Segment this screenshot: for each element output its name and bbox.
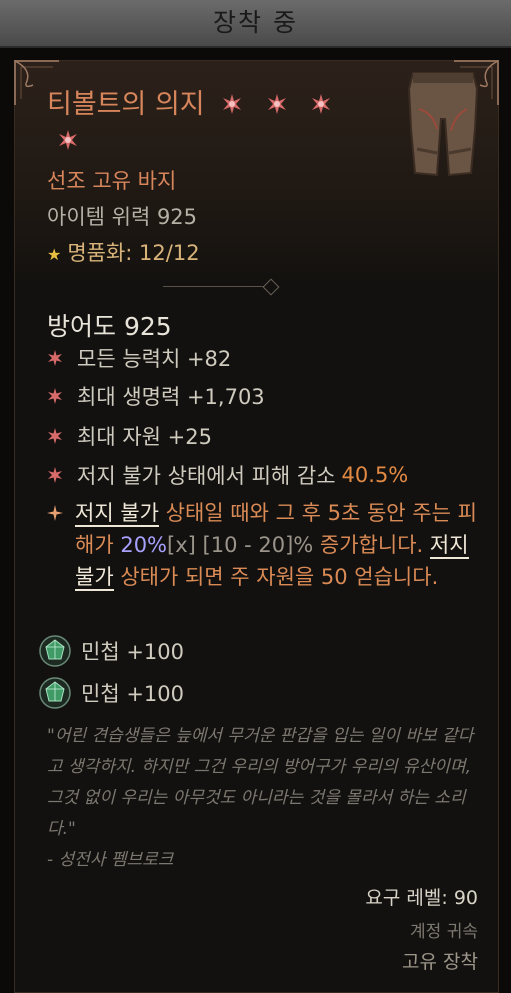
gem-socket-row: 민첩 +100 <box>39 635 184 667</box>
affix-bullet-icon <box>48 388 62 404</box>
flavor-text: "어린 견습생들은 늪에서 무거운 판갑을 입는 일이 바보 같다고 생각하지.… <box>47 721 487 876</box>
unique-power-bullet-icon <box>47 505 63 521</box>
unique-power-text: 저지 불가 상태일 때와 그 후 5초 동안 주는 피해가 20%[x] [10… <box>75 497 487 593</box>
emerald-gem-icon <box>39 635 71 667</box>
account-bound-label: 계정 귀속 <box>410 922 478 942</box>
affix-row: 저지 불가 상태에서 피해 감소 40.5% <box>47 460 408 490</box>
unique-power-fragment: 증가합니다. <box>313 533 430 557</box>
affix-text: 최대 생명력 +1,703 <box>77 385 265 409</box>
ancestral-star-icon <box>59 130 77 150</box>
item-pants-image <box>407 72 479 177</box>
affix-text: 모든 능력치 +82 <box>77 347 232 371</box>
ancestral-star-icon <box>223 94 242 114</box>
equipped-header: 장착 중 <box>0 0 511 48</box>
unique-equipped-label: 고유 장착 <box>402 951 478 973</box>
flavor-author: - 성전사 펨브로크 <box>47 850 174 870</box>
ancestral-star-icon <box>312 94 331 114</box>
affix-bullet-icon <box>48 428 62 444</box>
gem-socket-row: 민첩 +100 <box>39 677 184 709</box>
item-type: 선조 고유 바지 <box>47 169 177 193</box>
gem-text: 민첩 +100 <box>81 640 184 664</box>
flavor-quote: "어린 견습생들은 늪에서 무거운 판갑을 입는 일이 바보 같다고 생각하지.… <box>47 726 474 839</box>
affix-row: 모든 능력치 +82 <box>47 343 231 373</box>
unique-power-fragment: 상태가 되면 주 자원을 50 얻습니다. <box>113 565 439 589</box>
masterwork-rank: ★ 명품화: 12/12 <box>47 237 200 267</box>
unique-power-range: [10 - 20]% <box>195 533 314 557</box>
item-name: 티볼트의 의지 <box>47 89 205 120</box>
affix-text: 저지 불가 상태에서 피해 감소 <box>77 464 336 488</box>
armor-value: 방어도 925 <box>47 312 172 341</box>
affix-highlight-value: 40.5% <box>341 463 409 487</box>
unique-power-value: 20% <box>120 533 168 557</box>
gem-text: 민첩 +100 <box>81 682 184 706</box>
ancestral-star-icon <box>267 94 286 114</box>
required-level: 요구 레벨: 90 <box>365 887 478 909</box>
item-power: 아이템 위력 925 <box>47 205 198 229</box>
keyword-unstoppable[interactable]: 저지 불가 <box>75 501 159 527</box>
range-marker: [x] <box>167 533 196 557</box>
divider <box>163 286 273 287</box>
masterwork-label: 명품화: 12/12 <box>67 241 200 265</box>
item-tooltip-panel: 티볼트의 의지 선조 고유 바지 아이템 위력 925 ★ 명품화: 12/12 … <box>14 60 499 993</box>
affix-bullet-icon <box>48 467 62 483</box>
masterwork-star-icon: ★ <box>47 245 62 264</box>
item-title: 티볼트의 의지 <box>47 87 387 159</box>
emerald-gem-icon <box>39 677 71 709</box>
affix-text: 최대 자원 +25 <box>77 425 212 449</box>
affix-row: 최대 자원 +25 <box>47 421 212 451</box>
affix-bullet-icon <box>48 350 62 366</box>
affix-row: 최대 생명력 +1,703 <box>47 381 265 411</box>
unique-power: 저지 불가 상태일 때와 그 후 5초 동안 주는 피해가 20%[x] [10… <box>47 497 487 593</box>
